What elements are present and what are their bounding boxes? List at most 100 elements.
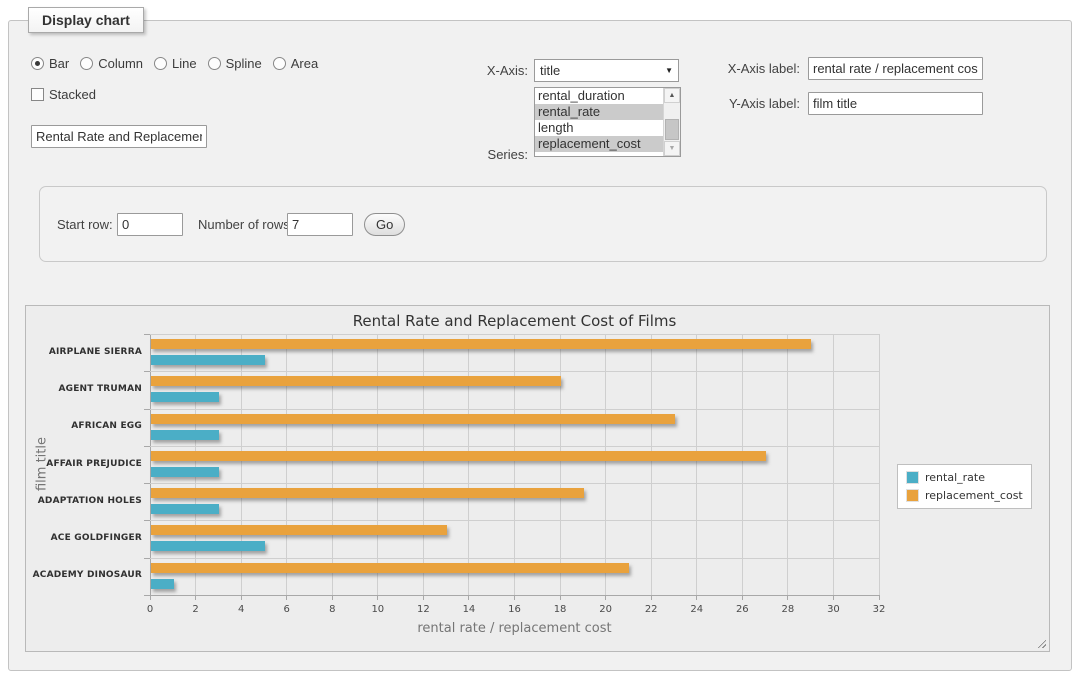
chart-type-spline[interactable]: Spline bbox=[208, 56, 262, 71]
legend-label: replacement_cost bbox=[925, 489, 1023, 502]
gridline bbox=[742, 334, 743, 595]
rental_rate-bar bbox=[151, 355, 265, 365]
y-tick-mark bbox=[144, 334, 150, 335]
stacked-checkbox[interactable] bbox=[31, 88, 44, 101]
x-tick-mark bbox=[742, 595, 743, 600]
radio-icon[interactable] bbox=[80, 57, 93, 70]
chart-type-column[interactable]: Column bbox=[80, 56, 143, 71]
y-axis-label-field-label: Y-Axis label: bbox=[689, 96, 800, 111]
y-tick-mark bbox=[144, 558, 150, 559]
chart-type-bar[interactable]: Bar bbox=[31, 56, 69, 71]
x-tick-label: 28 bbox=[773, 604, 803, 615]
radio-icon[interactable] bbox=[154, 57, 167, 70]
series-option[interactable]: length bbox=[535, 120, 663, 136]
stacked-checkbox-row[interactable]: Stacked bbox=[31, 87, 96, 102]
gridline bbox=[377, 334, 378, 595]
rental_rate-bar bbox=[151, 392, 219, 402]
radio-icon[interactable] bbox=[208, 57, 221, 70]
radio-label: Line bbox=[172, 56, 197, 71]
gridline bbox=[241, 334, 242, 595]
radio-icon[interactable] bbox=[273, 57, 286, 70]
y-axis-line bbox=[150, 334, 151, 595]
gridline bbox=[651, 334, 652, 595]
x-tick-mark bbox=[241, 595, 242, 600]
x-tick-label: 22 bbox=[636, 604, 666, 615]
legend-entry: replacement_cost bbox=[906, 489, 1023, 502]
radio-label: Spline bbox=[226, 56, 262, 71]
series-options: rental_durationrental_ratelengthreplacem… bbox=[535, 88, 663, 152]
gridline bbox=[286, 334, 287, 595]
panel-title: Display chart bbox=[28, 7, 144, 33]
gridline bbox=[696, 334, 697, 595]
category-label: AFRICAN EGG bbox=[22, 421, 142, 431]
legend-label: rental_rate bbox=[925, 471, 985, 484]
category-label: ACE GOLDFINGER bbox=[22, 533, 142, 543]
x-tick-mark bbox=[651, 595, 652, 600]
x-tick-mark bbox=[879, 595, 880, 600]
row-separator bbox=[150, 409, 879, 410]
scroll-down-icon[interactable]: ▼ bbox=[664, 141, 680, 156]
x-tick-mark bbox=[332, 595, 333, 600]
replacement_cost-bar bbox=[151, 339, 811, 349]
row-separator bbox=[150, 558, 879, 559]
chart-title: Rental Rate and Replacement Cost of Film… bbox=[150, 312, 879, 330]
rental_rate-bar bbox=[151, 541, 265, 551]
replacement_cost-bar bbox=[151, 488, 584, 498]
x-axis-label-field-label: X-Axis label: bbox=[689, 61, 800, 76]
series-multiselect[interactable]: rental_durationrental_ratelengthreplacem… bbox=[534, 87, 681, 157]
chart-type-line[interactable]: Line bbox=[154, 56, 197, 71]
x-axis-field-label: X-Axis: bbox=[449, 63, 528, 78]
stacked-label: Stacked bbox=[49, 87, 96, 102]
x-tick-mark bbox=[833, 595, 834, 600]
display-chart-panel: Display chart BarColumnLineSplineArea St… bbox=[8, 20, 1072, 671]
resize-handle-icon[interactable] bbox=[1035, 637, 1046, 648]
row-separator bbox=[150, 483, 879, 484]
x-tick-label: 30 bbox=[818, 604, 848, 615]
number-of-rows-input[interactable] bbox=[287, 213, 353, 236]
x-tick-mark bbox=[195, 595, 196, 600]
start-row-input[interactable] bbox=[117, 213, 183, 236]
scroll-up-icon[interactable]: ▲ bbox=[664, 88, 680, 103]
x-tick-label: 26 bbox=[727, 604, 757, 615]
chart-title-input[interactable] bbox=[31, 125, 207, 148]
x-tick-label: 24 bbox=[682, 604, 712, 615]
legend-entry: rental_rate bbox=[906, 471, 1023, 484]
x-tick-mark bbox=[377, 595, 378, 600]
x-tick-mark bbox=[605, 595, 606, 600]
go-button[interactable]: Go bbox=[364, 213, 405, 236]
x-axis-label-input[interactable] bbox=[808, 57, 983, 80]
chart-type-area[interactable]: Area bbox=[273, 56, 318, 71]
x-tick-mark bbox=[286, 595, 287, 600]
legend-swatch bbox=[906, 471, 919, 484]
series-option[interactable]: replacement_cost bbox=[535, 136, 663, 152]
x-tick-label: 8 bbox=[317, 604, 347, 615]
radio-label: Bar bbox=[49, 56, 69, 71]
row-separator bbox=[150, 446, 879, 447]
y-axis-label-input[interactable] bbox=[808, 92, 983, 115]
replacement_cost-bar bbox=[151, 414, 675, 424]
category-label: ADAPTATION HOLES bbox=[22, 496, 142, 506]
gridline bbox=[879, 334, 880, 595]
series-scrollbar[interactable]: ▲ ▼ bbox=[663, 88, 680, 156]
y-tick-mark bbox=[144, 483, 150, 484]
scrollbar-thumb[interactable] bbox=[665, 119, 679, 140]
gridline bbox=[423, 334, 424, 595]
radio-icon[interactable] bbox=[31, 57, 44, 70]
gridline bbox=[468, 334, 469, 595]
x-tick-label: 10 bbox=[363, 604, 393, 615]
chevron-down-icon: ▼ bbox=[665, 66, 673, 75]
series-option[interactable]: rental_rate bbox=[535, 104, 663, 120]
x-tick-label: 4 bbox=[226, 604, 256, 615]
y-tick-mark bbox=[144, 409, 150, 410]
rental_rate-bar bbox=[151, 504, 219, 514]
series-field-label: Series: bbox=[449, 147, 528, 162]
radio-label: Column bbox=[98, 56, 143, 71]
gridline bbox=[332, 334, 333, 595]
replacement_cost-bar bbox=[151, 563, 629, 573]
x-tick-mark bbox=[423, 595, 424, 600]
x-axis-select[interactable]: title ▼ bbox=[534, 59, 679, 82]
rental_rate-bar bbox=[151, 430, 219, 440]
legend-swatch bbox=[906, 489, 919, 502]
x-tick-label: 18 bbox=[545, 604, 575, 615]
series-option[interactable]: rental_duration bbox=[535, 88, 663, 104]
